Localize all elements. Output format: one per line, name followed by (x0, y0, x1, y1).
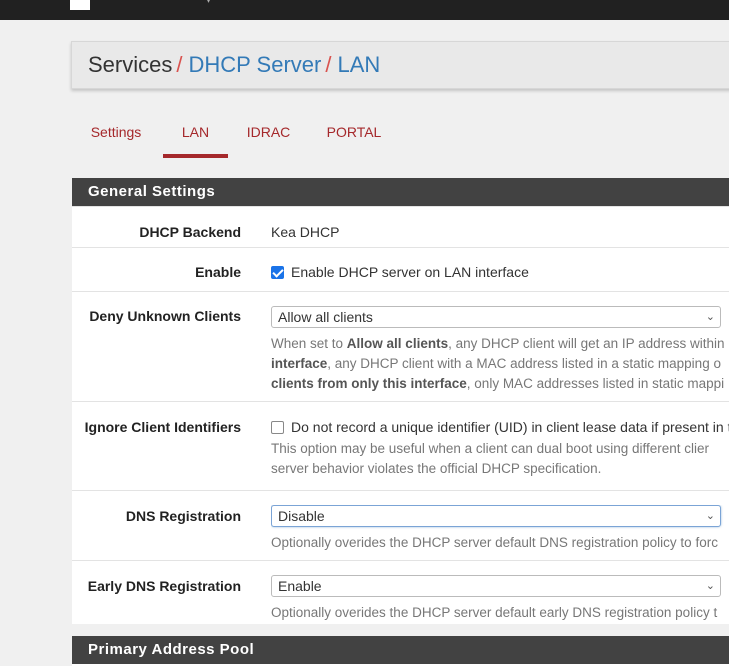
early-dns-registration-selected: Enable (278, 578, 322, 594)
ignore-client-identifiers-help: This option may be useful when a client … (271, 439, 729, 479)
help-line: server behavior violates the official DH… (271, 461, 602, 476)
help-text: When set to (271, 336, 347, 351)
early-dns-registration-control: Enable ⌄ Optionally overides the DHCP se… (271, 575, 729, 623)
chevron-down-icon: ⌄ (705, 580, 715, 592)
row-enable: Enable Enable DHCP server on LAN interfa… (72, 247, 729, 291)
navbar-dropdown-icon: ▾ (205, 0, 212, 7)
tab-settings[interactable]: Settings (75, 118, 157, 158)
early-dns-registration-label: Early DNS Registration (87, 578, 241, 594)
help-line: clients from only this interface, only M… (271, 374, 729, 394)
row-dns-registration: DNS Registration Disable ⌄ Optionally ov… (72, 490, 729, 560)
help-text: , any DHCP client with a MAC address lis… (327, 356, 721, 371)
enable-control: Enable DHCP server on LAN interface (271, 264, 729, 280)
deny-unknown-clients-label: Deny Unknown Clients (89, 308, 241, 324)
general-settings-panel: General Settings DHCP Backend Kea DHCP E… (72, 178, 729, 624)
ignore-client-identifiers-checkbox-label[interactable]: Do not record a unique identifier (UID) … (291, 419, 729, 435)
help-text: , any DHCP client will get an IP address… (448, 336, 725, 351)
help-bold: Allow all clients (346, 336, 449, 351)
row-dhcp-backend: DHCP Backend Kea DHCP (72, 206, 729, 247)
help-bold: interface (271, 356, 328, 371)
dhcp-backend-label: DHCP Backend (139, 224, 241, 240)
chevron-down-icon: ⌄ (705, 510, 715, 522)
logo-mark (70, 0, 90, 11)
panel-heading-primary-pool: Primary Address Pool (72, 636, 729, 664)
early-dns-registration-help: Optionally overides the DHCP server defa… (271, 605, 718, 620)
deny-unknown-clients-help: When set to Allow all clients, any DHCP … (271, 334, 729, 394)
row-ignore-client-identifiers: Ignore Client Identifiers Do not record … (72, 401, 729, 490)
ignore-client-identifiers-checkbox[interactable] (271, 421, 284, 434)
deny-unknown-clients-selected: Allow all clients (278, 309, 373, 325)
tab-portal[interactable]: PORTAL (321, 118, 387, 158)
breadcrumb-services: Services (88, 52, 173, 77)
early-dns-registration-select[interactable]: Enable ⌄ (271, 575, 721, 597)
breadcrumb-separator: / (176, 52, 183, 77)
row-deny-unknown-clients: Deny Unknown Clients Allow all clients ⌄… (72, 291, 729, 401)
breadcrumb-dhcp-server[interactable]: DHCP Server (188, 52, 321, 77)
enable-checkbox[interactable] (271, 266, 284, 279)
deny-unknown-clients-select[interactable]: Allow all clients ⌄ (271, 306, 721, 328)
dns-registration-selected: Disable (278, 508, 325, 524)
ignore-client-identifiers-control: Do not record a unique identifier (UID) … (271, 419, 729, 479)
panel-heading-general: General Settings (72, 178, 729, 206)
breadcrumb-panel: Services / DHCP Server / LAN (71, 41, 729, 89)
help-line: interface, any DHCP client with a MAC ad… (271, 354, 729, 374)
ignore-client-identifiers-option: Do not record a unique identifier (UID) … (271, 419, 729, 435)
dns-registration-control: Disable ⌄ Optionally overides the DHCP s… (271, 505, 729, 553)
row-early-dns-registration: Early DNS Registration Enable ⌄ Optional… (72, 560, 729, 629)
ignore-client-identifiers-label: Ignore Client Identifiers (84, 419, 241, 435)
enable-label: Enable (195, 264, 241, 280)
top-navbar: ▾ (0, 0, 729, 20)
breadcrumb-separator: / (325, 52, 332, 77)
dns-registration-label: DNS Registration (125, 508, 241, 524)
help-text: , only MAC addresses listed in static ma… (466, 376, 725, 391)
dhcp-backend-value: Kea DHCP (271, 224, 340, 240)
breadcrumb: Services / DHCP Server / LAN (88, 52, 380, 78)
chevron-down-icon: ⌄ (705, 311, 715, 323)
deny-unknown-clients-control: Allow all clients ⌄ When set to Allow al… (271, 306, 729, 394)
dns-registration-help: Optionally overides the DHCP server defa… (271, 535, 718, 550)
help-bold: clients from only this interface (271, 376, 467, 391)
help-line: This option may be useful when a client … (271, 441, 710, 456)
logo[interactable] (70, 0, 92, 13)
tab-idrac[interactable]: IDRAC (240, 118, 297, 158)
enable-checkbox-label[interactable]: Enable DHCP server on LAN interface (291, 264, 529, 280)
tab-lan[interactable]: LAN (163, 118, 228, 158)
help-line: When set to Allow all clients, any DHCP … (271, 334, 729, 354)
dns-registration-select[interactable]: Disable ⌄ (271, 505, 721, 527)
breadcrumb-lan[interactable]: LAN (337, 52, 380, 77)
